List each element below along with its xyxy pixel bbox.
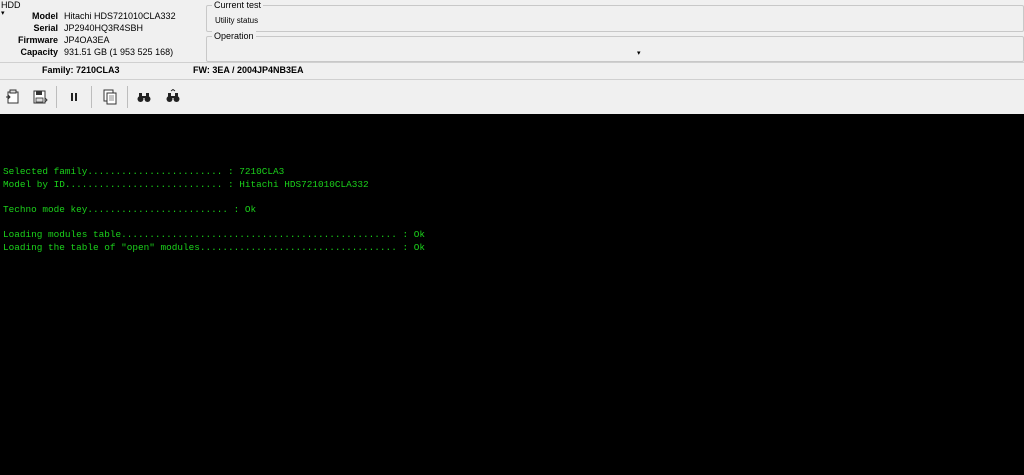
terminal-line: Techno mode key.........................… <box>3 204 257 215</box>
family-bar: Family: 7210CLA3 FW: 3EA / 2004JP4NB3EA <box>0 63 1024 78</box>
firmware-value: JP4OA3EA <box>64 35 110 45</box>
find-next-button[interactable] <box>162 86 184 108</box>
find-button[interactable] <box>133 86 155 108</box>
hdd-row-model: Model Hitachi HDS721010CLA332 <box>0 10 202 22</box>
save-button[interactable] <box>29 86 51 108</box>
hdd-row-capacity: Capacity 931.51 GB (1 953 525 168) <box>0 46 202 58</box>
load-icon <box>6 89 19 104</box>
terminal-line: Loading modules table...................… <box>3 229 425 240</box>
terminal-line: Model by ID............................ … <box>3 179 369 190</box>
find-icon <box>137 93 151 102</box>
terminal-output[interactable]: Selected family........................ … <box>0 114 1024 475</box>
model-label: Model <box>32 11 58 21</box>
toolbar-separator <box>91 86 92 108</box>
terminal-line: Loading the table of "open" modules.....… <box>3 242 425 253</box>
model-value: Hitachi HDS721010CLA332 <box>64 11 176 21</box>
operation-group: Operation ▾ <box>206 31 1024 62</box>
terminal-line: Selected family........................ … <box>3 166 285 177</box>
hdd-info-panel: HDD ▾ Model Hitachi HDS721010CLA332 Seri… <box>0 0 202 60</box>
hdd-row-serial: Serial JP2940HQ3R4SBH <box>0 22 202 34</box>
toolbar-divider-top <box>0 79 1024 80</box>
hdd-row-firmware: Firmware JP4OA3EA <box>0 34 202 46</box>
copy-icon <box>103 89 117 105</box>
serial-value: JP2940HQ3R4SBH <box>64 23 144 33</box>
fw-text: FW: 3EA / 2004JP4NB3EA <box>193 65 304 75</box>
copy-button[interactable] <box>99 86 121 108</box>
save-icon <box>33 90 48 104</box>
find-next-icon <box>166 89 180 102</box>
toolbar <box>0 82 1024 112</box>
toolbar-separator <box>127 86 128 108</box>
serial-label: Serial <box>33 23 58 33</box>
capacity-value: 931.51 GB (1 953 525 168) <box>64 47 174 57</box>
current-test-legend: Current test <box>212 0 264 10</box>
operation-dropdown-arrow-icon[interactable]: ▾ <box>637 49 641 57</box>
capacity-label: Capacity <box>20 47 58 57</box>
toolbar-separator <box>56 86 57 108</box>
family-text: Family: 7210CLA3 <box>42 65 120 75</box>
pause-icon <box>71 93 77 101</box>
current-test-group: Current test Utility status <box>206 0 1024 32</box>
pause-button[interactable] <box>63 86 85 108</box>
operation-legend: Operation <box>212 31 256 41</box>
current-test-value: Utility status <box>215 16 259 25</box>
load-button[interactable] <box>2 86 24 108</box>
firmware-label: Firmware <box>17 35 58 45</box>
